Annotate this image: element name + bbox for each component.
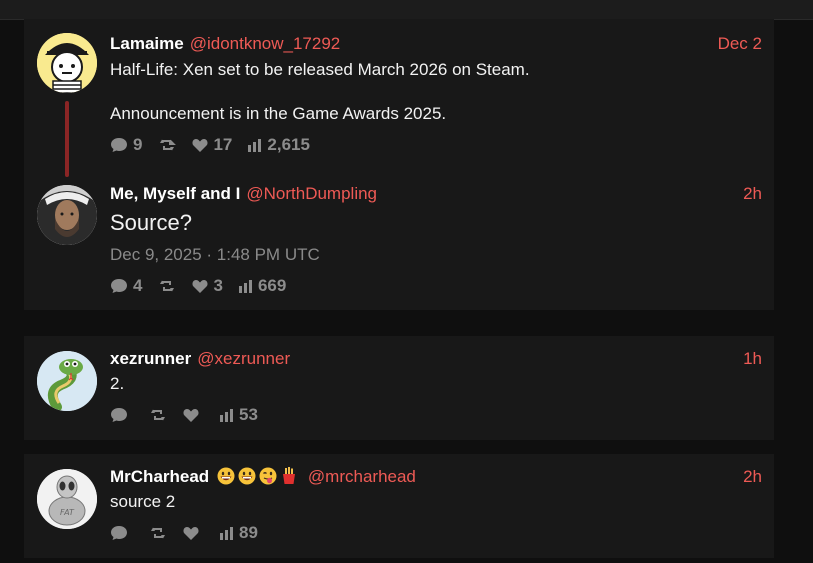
comment-icon [111, 526, 127, 540]
post-text: Source? [110, 210, 192, 235]
reply-button[interactable]: 4 [110, 276, 142, 296]
reply-button[interactable] [110, 525, 133, 541]
heart-icon [192, 139, 208, 152]
post-stats: 4 3 669 [110, 275, 302, 297]
reply-card: FAT MrCharhead @mrcharhead 2h source 2 8 [24, 454, 774, 558]
thread-line [65, 101, 69, 177]
view-count: 89 [239, 523, 258, 542]
like-button[interactable]: 17 [192, 135, 232, 155]
tweet-north-dumpling[interactable]: Me, Myself and I @NorthDumpling 2h Source… [24, 179, 774, 310]
post-text: 2. [110, 374, 125, 393]
view-count: 669 [257, 276, 287, 295]
retweet-icon [160, 139, 177, 151]
reply-card: xezrunner @xezrunner 1h 2. 53 [24, 336, 774, 440]
user-handle[interactable]: @idontknow_17292 [190, 34, 341, 53]
tweet-lamaime[interactable]: Lamaime @idontknow_17292 Dec 2 Half-Life:… [24, 19, 774, 179]
retweet-button[interactable] [149, 526, 167, 540]
post-text: Half-Life: Xen set to be released March … [110, 60, 530, 79]
like-button[interactable]: 3 [192, 276, 223, 296]
view-count: 2,615 [267, 135, 310, 154]
heart-icon [183, 409, 199, 422]
svg-text:FAT: FAT [60, 508, 75, 517]
post-time[interactable]: Dec 2 [718, 33, 762, 55]
like-count: 3 [213, 276, 223, 295]
heart-icon [183, 527, 199, 540]
post-text-second-line: Announcement is in the Game Awards 2025. [110, 104, 447, 123]
bar-chart-icon [220, 526, 233, 540]
view-count: 53 [239, 405, 258, 424]
post-date[interactable]: Dec 9, 2025 · 1:48 PM UTC [110, 245, 320, 265]
reply-count: 4 [133, 276, 143, 295]
display-name[interactable]: MrCharhead [110, 467, 209, 486]
views-button[interactable]: 669 [238, 276, 287, 296]
views-button[interactable]: 89 [220, 523, 258, 543]
views-button[interactable]: 2,615 [248, 135, 310, 155]
user-handle[interactable]: @xezrunner [197, 349, 290, 368]
like-button[interactable] [183, 526, 204, 540]
post-text: source 2 [110, 492, 176, 511]
views-button[interactable]: 53 [220, 405, 258, 425]
bar-chart-icon [220, 408, 233, 422]
bar-chart-icon [248, 138, 262, 152]
photo-avatar-icon [37, 185, 97, 245]
post-time[interactable]: 2h [743, 183, 762, 205]
avatar[interactable] [37, 185, 97, 245]
display-name[interactable]: Lamaime [110, 34, 184, 53]
retweet-icon [151, 409, 165, 421]
tweet-xezrunner[interactable]: xezrunner @xezrunner 1h 2. 53 [24, 336, 774, 440]
retweet-button[interactable] [149, 408, 167, 422]
bar-chart-icon [238, 279, 252, 293]
avatar[interactable] [37, 33, 97, 93]
post-stats: 9 17 2,615 [110, 134, 326, 156]
like-button[interactable] [183, 408, 204, 422]
alien-avatar-icon: FAT [37, 469, 97, 529]
display-name[interactable]: Me, Myself and I [110, 184, 240, 203]
retweet-button[interactable] [158, 279, 176, 293]
grinning-face-emoji [217, 467, 235, 491]
user-handle[interactable]: @NorthDumpling [246, 184, 377, 203]
heart-icon [192, 280, 208, 293]
thread-card: Lamaime @idontknow_17292 Dec 2 Half-Life:… [24, 19, 774, 310]
display-name[interactable]: xezrunner [110, 349, 191, 368]
retweet-icon [160, 280, 175, 292]
user-handle[interactable]: @mrcharhead [308, 467, 416, 486]
comment-icon [111, 138, 127, 152]
retweet-button[interactable] [158, 138, 177, 152]
post-stats: 89 [110, 522, 274, 544]
reply-count: 9 [133, 135, 143, 154]
french-fries-emoji [280, 467, 298, 491]
post-stats: 53 [110, 404, 274, 426]
avatar[interactable]: FAT [37, 469, 97, 529]
retweet-icon [151, 527, 165, 539]
post-time[interactable]: 2h [743, 466, 762, 488]
cartoon-avatar-icon [37, 33, 97, 93]
like-count: 17 [213, 135, 233, 154]
winking-tongue-face-emoji [259, 467, 277, 491]
snake-avatar-icon [37, 351, 97, 411]
avatar[interactable] [37, 351, 97, 411]
comment-icon [111, 279, 127, 293]
site-logo-icon[interactable] [378, 0, 414, 8]
tweet-mrcharhead[interactable]: FAT MrCharhead @mrcharhead 2h source 2 8 [24, 454, 774, 558]
reply-button[interactable] [110, 407, 133, 423]
comment-icon [111, 408, 127, 422]
top-nav-bar [0, 0, 813, 20]
post-time[interactable]: 1h [743, 348, 762, 370]
grinning-face-emoji [238, 467, 256, 491]
reply-button[interactable]: 9 [110, 135, 142, 155]
